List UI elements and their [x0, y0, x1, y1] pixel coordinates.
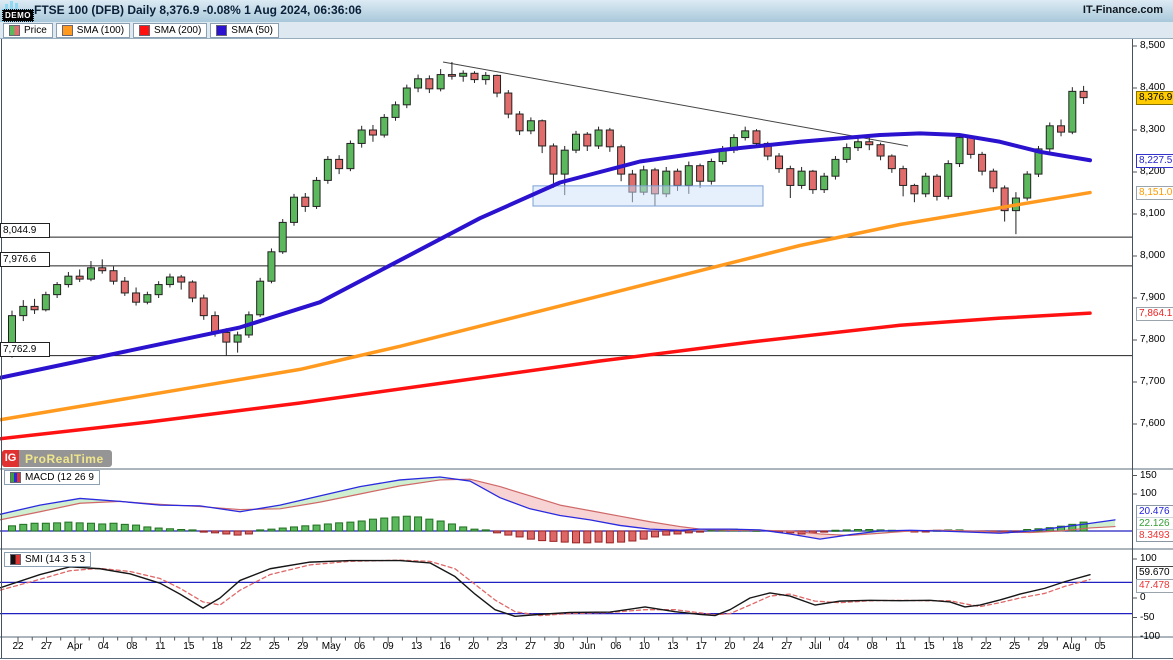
sma200-icon: [139, 25, 150, 36]
sma100-icon: [62, 25, 73, 36]
title-bar: DEMO FTSE 100 (DFB) Daily 8,376.9 -0.08%…: [0, 0, 1173, 23]
legend-tab-sma50[interactable]: SMA (50): [210, 23, 279, 38]
macd-indicator-tab[interactable]: MACD (12 26 9: [4, 470, 100, 485]
price-chart-canvas[interactable]: [0, 0, 1173, 660]
sma200-tab-label: SMA (200): [154, 25, 201, 36]
price-tab-label: Price: [24, 25, 47, 36]
sma50-tab-label: SMA (50): [231, 25, 273, 36]
smi-tab-label: SMI (14 3 5 3: [25, 554, 85, 565]
macd-tab-label: MACD (12 26 9: [25, 472, 94, 483]
legend-tab-sma200[interactable]: SMA (200): [133, 23, 207, 38]
legend-tab-sma100[interactable]: SMA (100): [56, 23, 130, 38]
candlestick-logo-icon: [5, 1, 18, 9]
brand-link[interactable]: IT-Finance.com: [1083, 4, 1163, 16]
macd-icon: [10, 472, 21, 483]
smi-indicator-tab[interactable]: SMI (14 3 5 3: [4, 552, 91, 567]
legend-tab-price[interactable]: Price: [3, 23, 53, 38]
legend-bar: Price SMA (100) SMA (200) SMA (50): [0, 22, 1173, 39]
smi-icon: [10, 554, 21, 565]
demo-badge: DEMO: [2, 9, 34, 22]
sma100-tab-label: SMA (100): [77, 25, 124, 36]
sma50-icon: [216, 25, 227, 36]
instrument-title: FTSE 100 (DFB) Daily 8,376.9 -0.08% 1 Au…: [34, 3, 362, 17]
price-icon: [9, 25, 20, 36]
